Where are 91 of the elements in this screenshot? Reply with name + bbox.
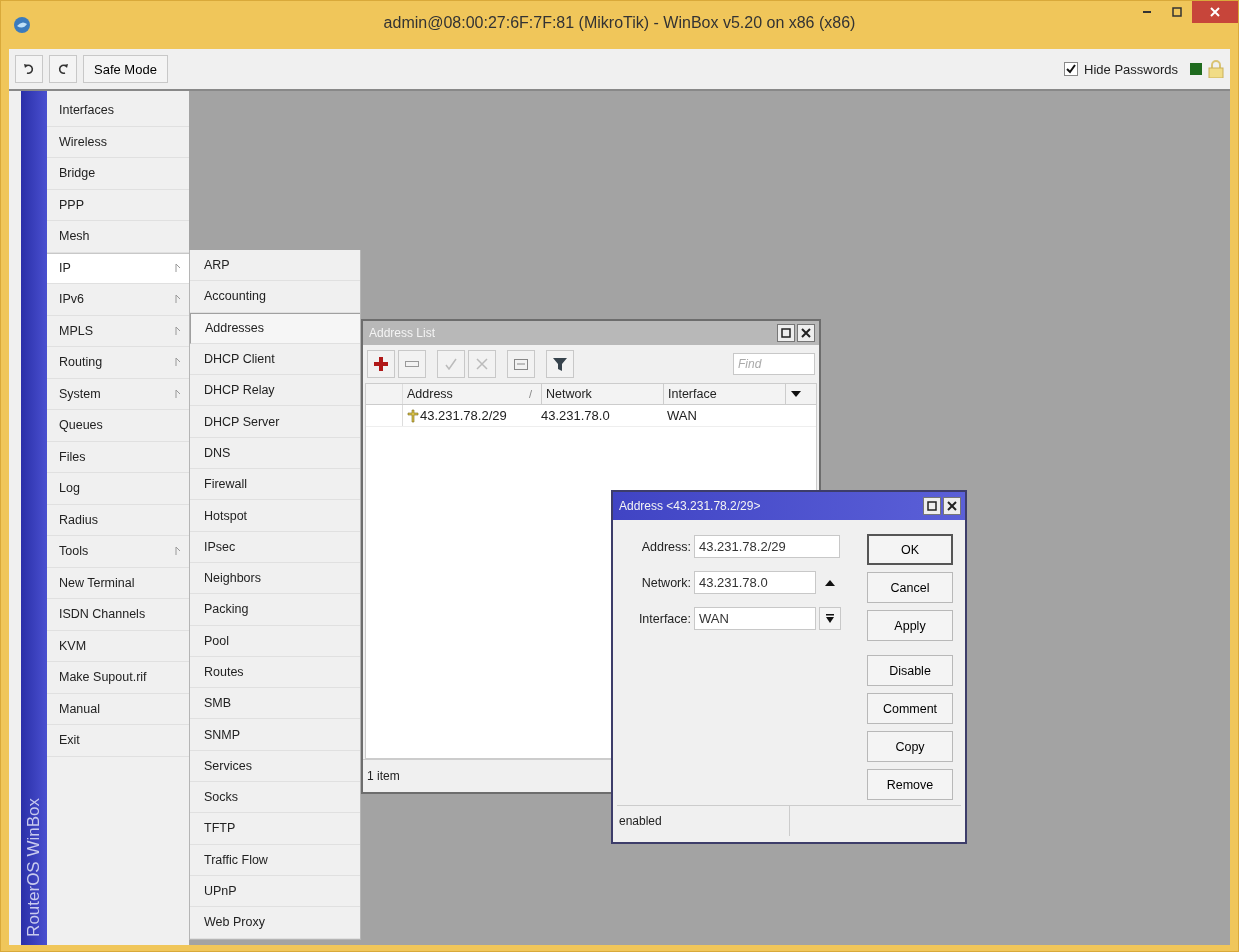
brand-label: RouterOS WinBox [24, 798, 44, 937]
dialog-button[interactable]: OK [867, 534, 953, 565]
safe-mode-button[interactable]: Safe Mode [83, 55, 168, 83]
submenu-item[interactable]: UPnP [190, 875, 360, 908]
submenu-item[interactable]: Routes [190, 656, 360, 689]
submenu-item[interactable]: Accounting [190, 281, 360, 313]
close-icon [1210, 7, 1220, 17]
dialog-button[interactable]: Apply [867, 610, 953, 641]
submenu-item[interactable]: DNS [190, 437, 360, 470]
comment-button[interactable] [507, 350, 535, 378]
input-field[interactable]: 43.231.78.2/29 [694, 535, 840, 558]
submenu-item[interactable]: SMB [190, 688, 360, 720]
close-button[interactable] [943, 497, 961, 515]
field-label: Interface: [637, 611, 691, 626]
submenu-item[interactable]: Traffic Flow [190, 844, 360, 876]
status-text: 1 item [367, 769, 400, 783]
submenu-item[interactable]: DHCP Client [190, 343, 360, 376]
submenu-arrow-icon [175, 325, 181, 336]
globe-icon [13, 16, 31, 34]
filter-icon [553, 357, 567, 371]
dialog-button[interactable]: Cancel [867, 572, 953, 603]
maximize-button[interactable] [777, 324, 795, 342]
column-header[interactable]: Address [403, 384, 529, 404]
maximize-icon [1172, 7, 1182, 17]
submenu-item[interactable]: Web Proxy [190, 907, 360, 939]
sort-mark: / [529, 384, 542, 404]
maximize-button[interactable] [923, 497, 941, 515]
maximize-icon [781, 328, 791, 338]
submenu-item[interactable]: Packing [190, 594, 360, 626]
redo-button[interactable] [49, 55, 77, 83]
caret-down-icon [826, 613, 834, 624]
redo-icon [57, 63, 69, 75]
window-title: admin@08:00:27:6F:7F:81 (MikroTik) - WinBox v5.20 on x86 (x86) [383, 14, 856, 32]
column-header[interactable]: Interface [664, 384, 786, 404]
submenu-item[interactable]: Firewall [190, 469, 360, 501]
check-icon [445, 358, 457, 370]
column-header[interactable]: Network [542, 384, 664, 404]
dialog-button[interactable]: Disable [867, 655, 953, 686]
input-field[interactable]: WAN [694, 607, 816, 630]
submenu-item[interactable]: IPsec [190, 531, 360, 563]
field-label: Network: [640, 575, 691, 590]
submenu-arrow-icon [175, 262, 181, 273]
note-icon [514, 358, 528, 370]
submenu-item[interactable]: DHCP Server [190, 406, 360, 438]
hide-passwords-label: Hide Passwords [1084, 61, 1178, 77]
undo-icon [23, 63, 35, 75]
dialog-button[interactable]: Copy [867, 731, 953, 762]
lock-icon [1208, 60, 1224, 78]
dropdown-button[interactable] [819, 607, 841, 630]
submenu-item[interactable]: TFTP [190, 813, 360, 845]
plus-icon [373, 356, 389, 372]
submenu-item[interactable]: SNMP [190, 719, 360, 751]
submenu-item[interactable]: Neighbors [190, 562, 360, 595]
close-icon [947, 501, 957, 511]
filter-button[interactable] [546, 350, 574, 378]
minus-icon [405, 361, 419, 367]
dialog-title: Address <43.231.78.2/29> [619, 499, 761, 513]
submenu-arrow-icon [175, 357, 181, 368]
dialog-button[interactable]: Remove [867, 769, 953, 800]
undo-button[interactable] [15, 55, 43, 83]
minimize-icon [1143, 11, 1151, 13]
submenu-item[interactable]: DHCP Relay [190, 375, 360, 407]
find-field[interactable]: Find [733, 353, 815, 375]
close-button[interactable] [797, 324, 815, 342]
submenu-item[interactable]: ARP [190, 250, 360, 282]
input-field[interactable]: 43.231.78.0 [694, 571, 816, 594]
submenu-item[interactable]: Hotspot [190, 500, 360, 532]
address-list-title: Address List [369, 326, 436, 340]
close-icon [801, 328, 811, 338]
menu-item[interactable]: IP [47, 252, 189, 284]
caret-icon [791, 391, 801, 397]
dialog-button[interactable]: Comment [867, 693, 953, 724]
table-cell: 43.231.78.2/29 [420, 408, 507, 423]
field-label: Address: [640, 539, 691, 554]
hide-passwords-checkbox[interactable] [1064, 62, 1079, 76]
status-square-icon [1190, 63, 1202, 75]
caret-up-icon [825, 579, 835, 586]
cross-icon [476, 358, 488, 370]
maximize-icon [927, 501, 937, 511]
status-text: enabled [617, 806, 790, 836]
address-icon [407, 408, 419, 423]
submenu-arrow-icon [175, 546, 181, 557]
submenu-arrow-icon [175, 294, 181, 305]
submenu-item[interactable]: Socks [190, 782, 360, 814]
table-cell-text: WAN [666, 408, 698, 423]
submenu-item[interactable]: Services [190, 750, 360, 783]
submenu-arrow-icon [175, 388, 181, 399]
submenu-item[interactable]: Pool [190, 625, 360, 657]
add-button[interactable] [367, 350, 395, 378]
submenu-item[interactable]: Addresses [190, 312, 360, 344]
table-cell-text: 43.231.78.0 [540, 408, 611, 423]
